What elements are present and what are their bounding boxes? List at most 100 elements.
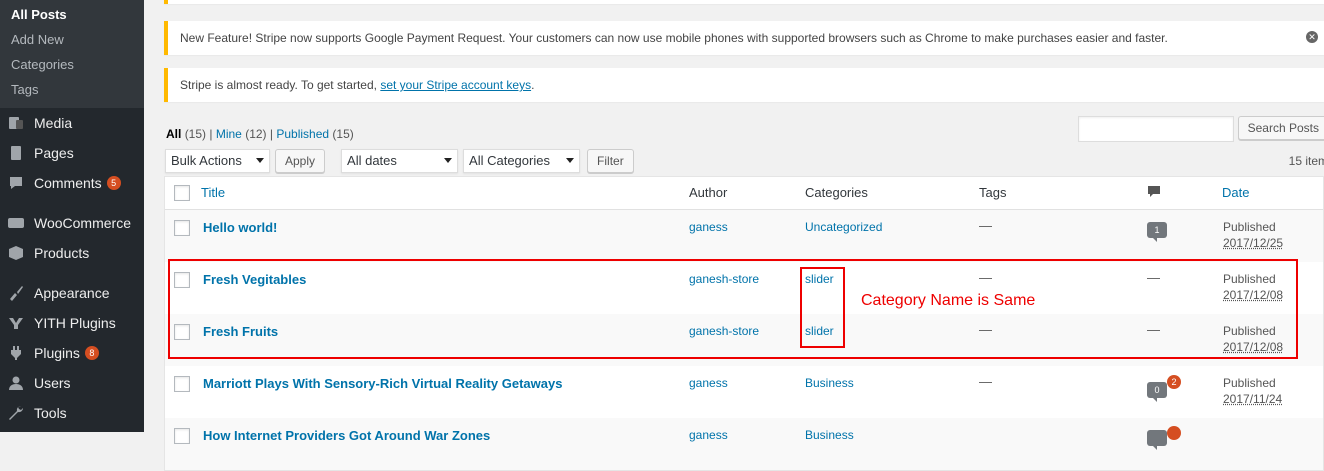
menu-item-appearance[interactable]: Appearance xyxy=(0,278,144,308)
table-header: Title Author Categories Tags Date xyxy=(165,177,1323,210)
menu-item-yith-plugins[interactable]: YITH Plugins xyxy=(0,308,144,338)
tags-value: — xyxy=(979,374,992,389)
menu-item-plugins[interactable]: Plugins 8 xyxy=(0,338,144,368)
main-content: New Feature! Stripe now supports Google … xyxy=(144,0,1324,471)
pending-comments-badge: 2 xyxy=(1167,375,1181,389)
menu-item-tools[interactable]: Tools xyxy=(0,398,144,428)
yith-icon xyxy=(8,315,24,331)
filter-published-count: (15) xyxy=(332,127,354,141)
tags-value: — xyxy=(979,218,992,233)
col-date[interactable]: Date xyxy=(1222,185,1249,200)
author-link[interactable]: ganess xyxy=(689,376,728,390)
post-title-link[interactable]: Marriott Plays With Sensory-Rich Virtual… xyxy=(203,376,562,391)
dates-value: All dates xyxy=(347,153,397,168)
categories-select[interactable]: All Categories xyxy=(463,149,581,173)
stripe-keys-link[interactable]: set your Stripe account keys xyxy=(380,78,531,92)
filter-all-count: (15) xyxy=(184,127,207,141)
menu-item-users[interactable]: Users xyxy=(0,368,144,398)
filter-mine[interactable]: Mine xyxy=(216,127,242,141)
comment-count-bubble[interactable]: 1 xyxy=(1147,222,1167,242)
menu-item-woocommerce[interactable]: WooCommerce xyxy=(0,208,144,238)
post-title-link[interactable]: Hello world! xyxy=(203,220,277,235)
plugins-update-badge: 8 xyxy=(84,346,99,360)
users-icon xyxy=(8,375,24,391)
search-posts-button[interactable]: Search Posts xyxy=(1237,116,1324,140)
posts-submenu: All Posts Add New Categories Tags xyxy=(0,0,144,108)
chevron-down-icon xyxy=(566,158,575,163)
row-checkbox[interactable] xyxy=(174,376,190,392)
filter-separator: | xyxy=(209,127,213,141)
author-link[interactable]: ganess xyxy=(689,220,728,234)
search-input[interactable] xyxy=(1077,116,1234,142)
dismiss-icon[interactable]: ✕ xyxy=(1306,31,1318,43)
dates-select[interactable]: All dates xyxy=(341,149,459,173)
filter-button[interactable]: Filter xyxy=(587,149,634,173)
filter-all[interactable]: All xyxy=(166,127,181,141)
category-link[interactable]: Business xyxy=(805,376,854,390)
menu-label-appearance: Appearance xyxy=(34,285,110,301)
col-title[interactable]: Title xyxy=(201,185,225,200)
annotation-text: Category Name is Same xyxy=(861,292,1036,309)
menu-item-products[interactable]: Products xyxy=(0,238,144,268)
categories-value: All Categories xyxy=(469,153,550,168)
menu-label-yith-plugins: YITH Plugins xyxy=(34,315,116,331)
date-value: 2017/12/25 xyxy=(1223,236,1284,250)
col-author: Author xyxy=(689,185,728,200)
filter-separator: | xyxy=(269,127,274,141)
category-link[interactable]: Business xyxy=(805,428,854,442)
items-count: 15 items xyxy=(1288,154,1324,168)
menu-label-woocommerce: WooCommerce xyxy=(34,215,131,231)
menu-label-products: Products xyxy=(34,245,90,261)
menu-item-comments[interactable]: Comments 5 xyxy=(0,168,144,198)
appearance-icon xyxy=(8,285,24,301)
row-checkbox[interactable] xyxy=(174,220,190,236)
table-row: Marriott Plays With Sensory-Rich Virtual… xyxy=(165,366,1323,418)
submenu-add-new[interactable]: Add New xyxy=(0,27,144,52)
feature-notice-text: New Feature! Stripe now supports Google … xyxy=(180,31,1168,45)
comment-count-bubble[interactable] xyxy=(1147,430,1167,450)
menu-label-plugins: Plugins xyxy=(34,345,80,361)
author-link[interactable]: ganess xyxy=(689,428,728,442)
pages-icon xyxy=(8,145,24,161)
submenu-tags[interactable]: Tags xyxy=(0,77,144,102)
date-status: Published xyxy=(1223,220,1276,234)
submenu-all-posts[interactable]: All Posts xyxy=(0,2,144,27)
col-categories: Categories xyxy=(805,185,868,200)
date-status: Published xyxy=(1223,376,1276,390)
highlight-rows-box xyxy=(168,259,1298,359)
chevron-down-icon xyxy=(444,158,453,163)
comments-count-badge: 5 xyxy=(106,176,121,190)
notice-partial xyxy=(164,0,1324,4)
comment-count-bubble[interactable]: 0 xyxy=(1147,382,1167,402)
woocommerce-icon xyxy=(8,215,24,231)
date-value: 2017/11/24 xyxy=(1223,392,1283,406)
comments-header-icon[interactable] xyxy=(1147,185,1161,202)
post-status-filters: All (15) | Mine (12) | Published (15) xyxy=(166,127,354,141)
pending-comments-badge xyxy=(1167,426,1181,440)
highlight-category-box xyxy=(800,267,845,348)
tools-icon xyxy=(8,405,24,421)
post-title-link[interactable]: How Internet Providers Got Around War Zo… xyxy=(203,428,490,443)
bulk-actions-select[interactable]: Bulk Actions xyxy=(165,149,270,173)
table-row: Hello world! ganess Uncategorized — 1 Pu… xyxy=(165,210,1323,262)
menu-label-media: Media xyxy=(34,115,73,131)
row-checkbox[interactable] xyxy=(174,428,190,444)
search-box: Search Posts xyxy=(1077,116,1324,142)
menu-label-users: Users xyxy=(34,375,71,391)
category-link[interactable]: Uncategorized xyxy=(805,220,882,234)
stripe-notice-prefix: Stripe is almost ready. To get started, xyxy=(180,78,381,92)
stripe-feature-notice: New Feature! Stripe now supports Google … xyxy=(164,21,1324,55)
select-all-checkbox[interactable] xyxy=(174,185,190,201)
apply-button[interactable]: Apply xyxy=(275,149,326,173)
menu-label-comments: Comments xyxy=(34,175,102,191)
products-icon xyxy=(8,245,24,261)
comments-icon xyxy=(8,175,24,191)
chevron-down-icon xyxy=(256,158,264,163)
menu-label-tools: Tools xyxy=(34,405,67,421)
submenu-categories[interactable]: Categories xyxy=(0,52,144,77)
filter-published[interactable]: Published xyxy=(276,127,329,141)
menu-item-media[interactable]: Media xyxy=(0,108,144,138)
media-icon xyxy=(8,115,24,131)
bulk-actions-value: Bulk Actions xyxy=(171,153,242,168)
menu-item-pages[interactable]: Pages xyxy=(0,138,144,168)
